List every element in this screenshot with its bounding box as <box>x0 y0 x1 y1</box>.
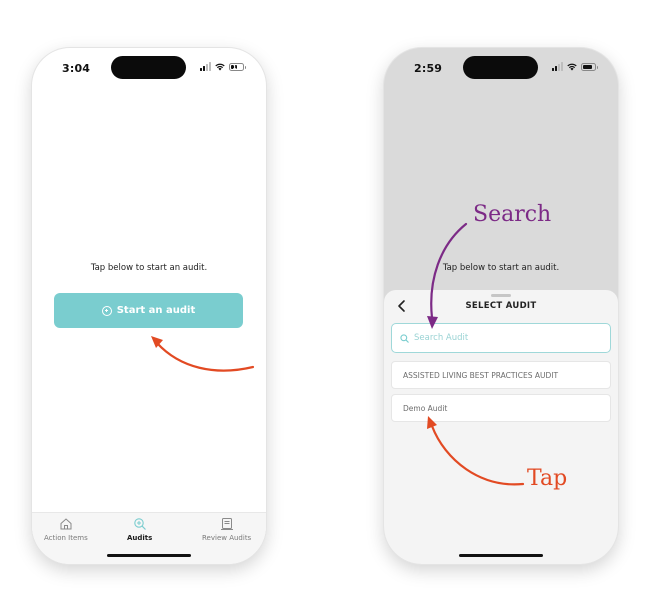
tap-arrow-start <box>155 341 255 372</box>
annotation-search: Search <box>473 202 552 227</box>
search-arrow-head <box>427 316 438 329</box>
annotation-tap: Tap <box>527 466 568 491</box>
tap-arrow-demo <box>430 424 525 486</box>
search-arrow <box>430 222 468 320</box>
annotation-arrows <box>151 222 525 486</box>
